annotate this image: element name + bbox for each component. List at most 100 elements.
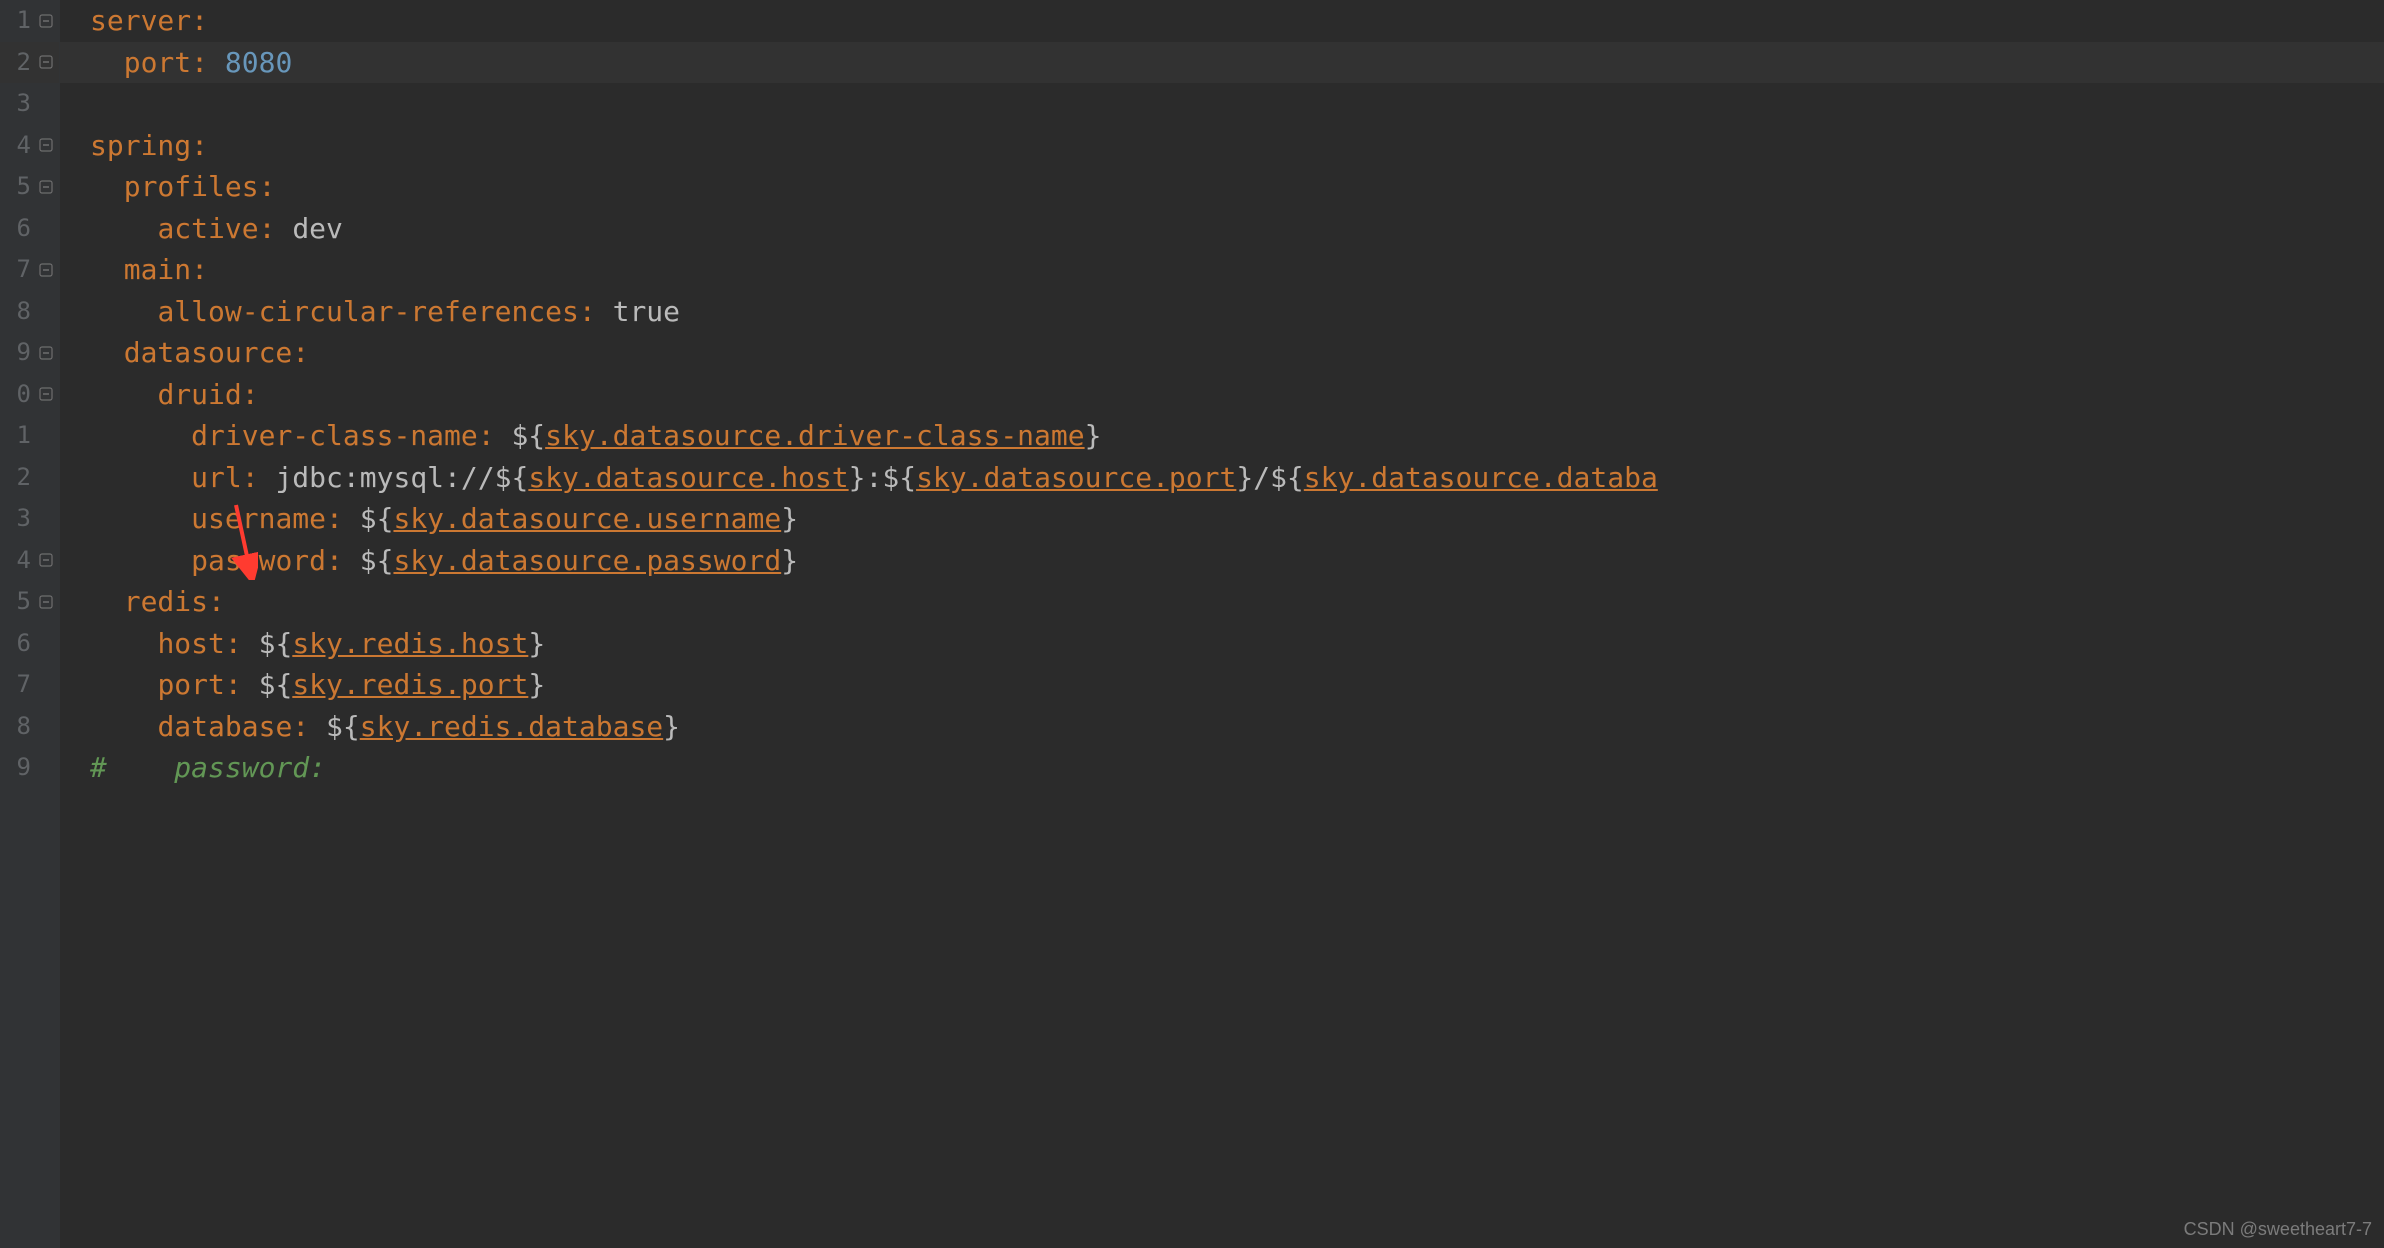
token: } [1236, 457, 1253, 499]
property-reference[interactable]: sky.datasource.host [528, 457, 848, 499]
fold-minus-icon[interactable] [37, 12, 55, 30]
token: : [242, 374, 259, 416]
token: } [1085, 415, 1102, 457]
yaml-key: username [191, 498, 326, 540]
property-reference[interactable]: sky.datasource.port [916, 457, 1236, 499]
fold-minus-icon[interactable] [37, 385, 55, 403]
token [90, 581, 124, 623]
gutter-line: 8 [0, 291, 59, 333]
token: : [579, 291, 613, 333]
code-line[interactable]: main: [60, 249, 2384, 291]
gutter-line: 8 [0, 706, 59, 748]
fold-minus-icon[interactable] [37, 551, 55, 569]
gutter-line: 5 [0, 166, 59, 208]
code-line[interactable]: spring: [60, 125, 2384, 167]
token: : [326, 540, 360, 582]
token: : [259, 208, 293, 250]
line-number: 5 [17, 166, 31, 208]
property-reference[interactable]: sky.redis.host [292, 623, 528, 665]
yaml-value: dev [292, 208, 343, 250]
code-line[interactable]: port: ${sky.redis.port} [60, 664, 2384, 706]
token: ${ [259, 664, 293, 706]
code-line[interactable]: port: 8080 [60, 42, 2384, 84]
yaml-key: host [157, 623, 224, 665]
code-editor[interactable]: 1234567890123456789 server: port: 8080sp… [0, 0, 2384, 1248]
yaml-key: profiles [124, 166, 259, 208]
yaml-value: jdbc:mysql:// [275, 457, 494, 499]
code-line[interactable]: password: ${sky.datasource.password} [60, 540, 2384, 582]
yaml-key: url [191, 457, 242, 499]
code-line[interactable]: redis: [60, 581, 2384, 623]
code-line[interactable]: server: [60, 0, 2384, 42]
yaml-key: port [157, 664, 224, 706]
line-number: 1 [17, 0, 31, 42]
token [90, 291, 157, 333]
token: } [528, 623, 545, 665]
gutter-line: 0 [0, 374, 59, 416]
code-line[interactable]: allow-circular-references: true [60, 291, 2384, 333]
gutter-line: 4 [0, 125, 59, 167]
line-number: 2 [17, 42, 31, 84]
token: ${ [511, 415, 545, 457]
property-reference[interactable]: sky.redis.database [360, 706, 663, 748]
line-number: 9 [17, 332, 31, 374]
gutter-line: 3 [0, 498, 59, 540]
fold-minus-icon[interactable] [37, 178, 55, 196]
token [90, 42, 124, 84]
gutter-line: 6 [0, 623, 59, 665]
property-reference[interactable]: sky.datasource.password [393, 540, 781, 582]
token: ${ [1270, 457, 1304, 499]
line-number: 0 [17, 374, 31, 416]
fold-minus-icon[interactable] [37, 593, 55, 611]
yaml-key: allow-circular-references [157, 291, 578, 333]
code-line[interactable]: druid: [60, 374, 2384, 416]
yaml-number: 8080 [225, 42, 292, 84]
yaml-key: server [90, 0, 191, 42]
gutter-line: 2 [0, 42, 59, 84]
fold-minus-icon[interactable] [37, 53, 55, 71]
code-line[interactable]: driver-class-name: ${sky.datasource.driv… [60, 415, 2384, 457]
comment: # password: [90, 747, 326, 789]
code-line[interactable]: # password: [60, 747, 2384, 789]
gutter-line: 7 [0, 249, 59, 291]
fold-minus-icon[interactable] [37, 261, 55, 279]
code-line[interactable]: username: ${sky.datasource.username} [60, 498, 2384, 540]
code-line[interactable]: datasource: [60, 332, 2384, 374]
code-line[interactable] [60, 83, 2384, 125]
property-reference[interactable]: sky.datasource.databa [1304, 457, 1658, 499]
fold-minus-icon[interactable] [37, 344, 55, 362]
fold-minus-icon[interactable] [37, 136, 55, 154]
yaml-key: database [157, 706, 292, 748]
property-reference[interactable]: sky.datasource.driver-class-name [545, 415, 1084, 457]
yaml-value: true [613, 291, 680, 333]
line-number: 1 [17, 415, 31, 457]
yaml-key: spring [90, 125, 191, 167]
yaml-key: redis [124, 581, 208, 623]
yaml-key: password [191, 540, 326, 582]
token: : [478, 415, 512, 457]
code-area[interactable]: server: port: 8080 spring: profiles: acti… [60, 0, 2384, 1248]
token [90, 166, 124, 208]
property-reference[interactable]: sky.datasource.username [393, 498, 781, 540]
token [90, 415, 191, 457]
line-number: 5 [17, 581, 31, 623]
code-line[interactable]: profiles: [60, 166, 2384, 208]
property-reference[interactable]: sky.redis.port [292, 664, 528, 706]
gutter-line: 3 [0, 83, 59, 125]
line-number: 7 [17, 249, 31, 291]
yaml-key: port [124, 42, 191, 84]
gutter-line: 1 [0, 415, 59, 457]
gutter-line: 6 [0, 208, 59, 250]
code-line[interactable]: url: jdbc:mysql://${sky.datasource.host}… [60, 457, 2384, 499]
gutter-line: 5 [0, 581, 59, 623]
token: ${ [326, 706, 360, 748]
gutter-line: 9 [0, 747, 59, 789]
code-line[interactable]: active: dev [60, 208, 2384, 250]
yaml-value: / [1253, 457, 1270, 499]
code-line[interactable]: host: ${sky.redis.host} [60, 623, 2384, 665]
token: : [292, 332, 309, 374]
token [90, 664, 157, 706]
line-number: 8 [17, 706, 31, 748]
code-line[interactable]: database: ${sky.redis.database} [60, 706, 2384, 748]
token: : [225, 664, 259, 706]
